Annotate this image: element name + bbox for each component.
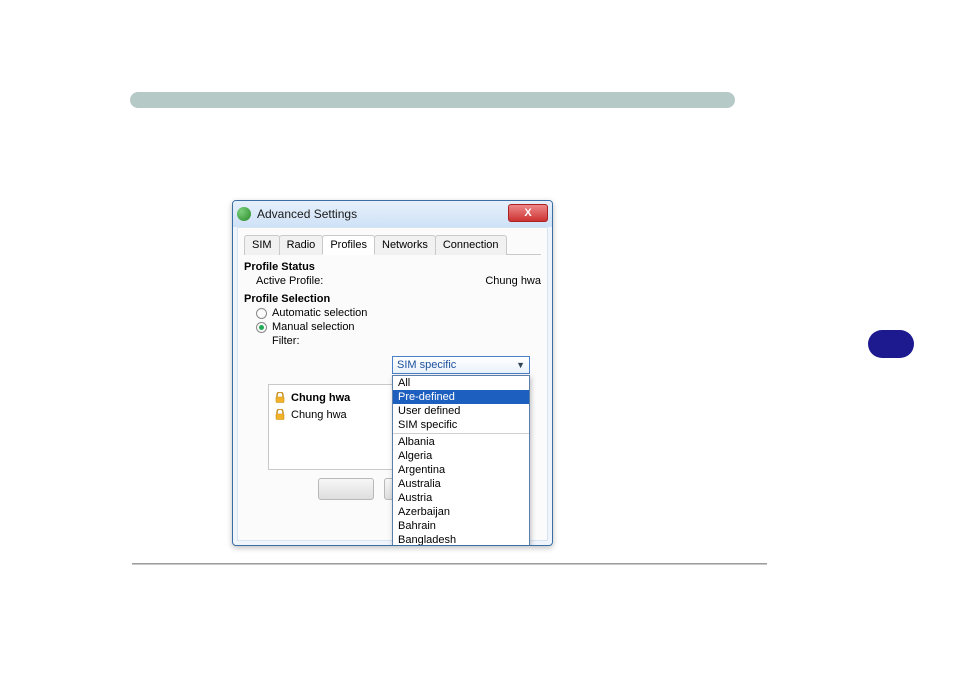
dropdown-option[interactable]: Albania	[393, 435, 529, 449]
window-title: Advanced Settings	[257, 207, 357, 221]
filter-dropdown-list[interactable]: All Pre-defined User defined SIM specifi…	[392, 375, 530, 546]
dropdown-option[interactable]: User defined	[393, 404, 529, 418]
active-profile-label: Active Profile:	[256, 275, 323, 287]
automatic-selection-row[interactable]: Automatic selection	[244, 307, 541, 319]
dropdown-option[interactable]: Algeria	[393, 449, 529, 463]
dropdown-option[interactable]: Pre-defined	[393, 390, 529, 404]
tab-networks[interactable]: Networks	[374, 235, 436, 255]
dialog-button-1[interactable]	[318, 478, 374, 500]
tab-profiles[interactable]: Profiles	[322, 235, 375, 255]
profile-item-label: Chung hwa	[291, 392, 350, 404]
close-button[interactable]: X	[508, 204, 548, 222]
profile-status-group: Profile Status Active Profile: Chung hwa	[244, 261, 541, 287]
filter-combobox[interactable]: SIM specific ▼	[392, 356, 530, 374]
dropdown-option[interactable]: SIM specific	[393, 418, 529, 432]
active-profile-row: Active Profile: Chung hwa	[244, 275, 541, 287]
dropdown-option[interactable]: Bangladesh	[393, 533, 529, 546]
page-divider	[132, 563, 767, 565]
tab-strip: SIM Radio Profiles Networks Connection	[244, 234, 541, 255]
app-icon	[237, 207, 251, 221]
profile-selection-group: Profile Selection Automatic selection Ma…	[244, 293, 541, 347]
radio-automatic[interactable]	[256, 308, 267, 319]
dropdown-option[interactable]: Australia	[393, 477, 529, 491]
profile-selection-heading: Profile Selection	[244, 293, 541, 305]
active-profile-value: Chung hwa	[485, 275, 541, 287]
manual-selection-row[interactable]: Manual selection	[244, 321, 541, 333]
automatic-selection-label: Automatic selection	[272, 307, 367, 319]
filter-selected-value: SIM specific	[397, 359, 456, 371]
dropdown-option[interactable]: Azerbaijan	[393, 505, 529, 519]
radio-dot-icon	[259, 325, 264, 330]
lock-icon	[275, 392, 285, 403]
filter-row: Filter:	[244, 335, 541, 347]
page-accent-bar	[130, 92, 735, 108]
profile-item-label: Chung hwa	[291, 409, 347, 421]
tab-radio[interactable]: Radio	[279, 235, 324, 255]
filter-label: Filter:	[272, 335, 300, 347]
dropdown-option[interactable]: Bahrain	[393, 519, 529, 533]
chevron-down-icon: ▼	[516, 360, 525, 370]
profile-status-heading: Profile Status	[244, 261, 541, 273]
dropdown-divider	[393, 433, 529, 434]
advanced-settings-window: Advanced Settings X SIM Radio Profiles N…	[232, 200, 553, 546]
dropdown-option[interactable]: Argentina	[393, 463, 529, 477]
tab-connection[interactable]: Connection	[435, 235, 507, 255]
dropdown-option[interactable]: All	[393, 376, 529, 390]
tab-sim[interactable]: SIM	[244, 235, 280, 255]
window-client-area: SIM Radio Profiles Networks Connection P…	[237, 227, 548, 541]
side-page-badge	[868, 330, 914, 358]
manual-selection-label: Manual selection	[272, 321, 355, 333]
window-titlebar: Advanced Settings X	[233, 201, 552, 227]
dropdown-option[interactable]: Austria	[393, 491, 529, 505]
radio-manual[interactable]	[256, 322, 267, 333]
close-icon: X	[524, 207, 531, 219]
lock-icon	[275, 409, 285, 420]
